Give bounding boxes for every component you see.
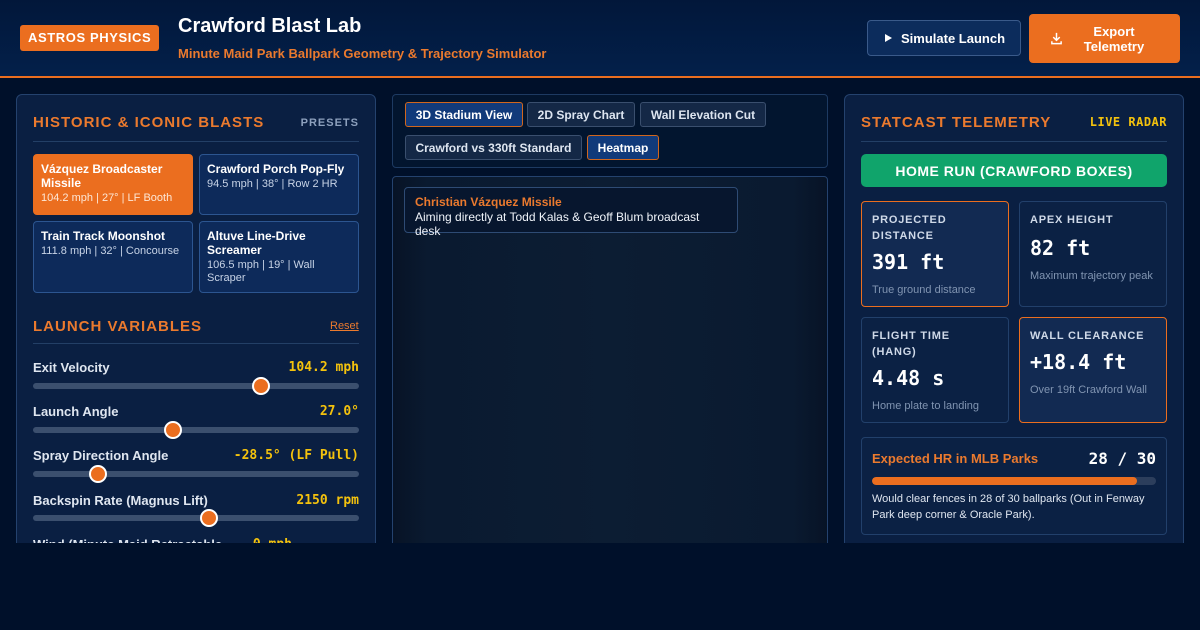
exit-velocity-slider[interactable] bbox=[33, 377, 359, 395]
card-value: 4.48 s bbox=[872, 366, 945, 390]
tooltip-description: Aiming directly at Todd Kalas & Geoff Bl… bbox=[415, 210, 700, 238]
launch-angle-value: 27.0° bbox=[319, 404, 359, 419]
brand-badge: ASTROS PHYSICS bbox=[20, 25, 160, 51]
preset-name: Crawford Porch Pop-Fly bbox=[207, 162, 345, 176]
flight-time-card: FLIGHT TIME (HANG) 4.48 s Home plate to … bbox=[861, 317, 1009, 423]
card-footnote: True ground distance bbox=[872, 284, 976, 296]
exit-velocity-label: Exit Velocity bbox=[33, 360, 110, 375]
tab-heatmap[interactable]: Heatmap bbox=[587, 135, 659, 160]
launch-variables-title: LAUNCH VARIABLES bbox=[33, 318, 203, 335]
backspin-slider[interactable] bbox=[33, 509, 359, 527]
app-title: Crawford Blast Lab bbox=[178, 15, 362, 37]
page-background bbox=[0, 543, 1200, 630]
presets-title: HISTORIC & ICONIC BLASTS bbox=[33, 114, 265, 131]
preset-name: Altuve Line-Drive Screamer bbox=[207, 229, 306, 257]
presets-aside: PRESETS bbox=[300, 117, 359, 129]
export-telemetry-label: Export Telemetry bbox=[1083, 23, 1145, 54]
expected-hr-note: Would clear fences in 28 of 30 ballparks… bbox=[872, 493, 1145, 521]
expected-hr-count: 28 / 30 bbox=[1088, 449, 1156, 468]
preset-crawford-pop-fly[interactable]: Crawford Porch Pop-Fly 94.5 mph | 38° | … bbox=[199, 154, 359, 215]
backspin-value: 2150 rpm bbox=[296, 493, 359, 508]
card-footnote: Maximum trajectory peak bbox=[1030, 270, 1153, 282]
divider bbox=[33, 141, 359, 142]
card-footnote: Over 19ft Crawford Wall bbox=[1030, 384, 1147, 396]
trajectory-tooltip: Christian Vázquez Missile Aiming directl… bbox=[404, 187, 738, 238]
preset-name: Train Track Moonshot bbox=[41, 229, 166, 243]
preset-name: Vázquez Broadcaster Missile bbox=[41, 162, 163, 190]
launch-angle-label: Launch Angle bbox=[33, 404, 119, 419]
left-panel: HISTORIC & ICONIC BLASTS PRESETS Vázquez… bbox=[16, 94, 376, 554]
preset-train-track-moonshot[interactable]: Train Track Moonshot 111.8 mph | 32° | C… bbox=[33, 221, 193, 293]
simulate-launch-button[interactable]: Simulate Launch bbox=[867, 20, 1021, 56]
simulate-launch-label: Simulate Launch bbox=[900, 30, 1006, 46]
preset-meta: 106.5 mph | 19° | Wall Scraper bbox=[207, 259, 315, 284]
stadium-viewport[interactable]: Christian Vázquez Missile Aiming directl… bbox=[392, 176, 828, 556]
card-value: 82 ft bbox=[1030, 236, 1091, 260]
backspin-thumb[interactable] bbox=[200, 509, 219, 527]
app-header: ASTROS PHYSICS Crawford Blast Lab Minute… bbox=[0, 0, 1200, 78]
spray-angle-slider[interactable] bbox=[33, 465, 359, 483]
card-label: WALL CLEARANCE bbox=[1030, 330, 1145, 342]
spray-angle-label: Spray Direction Angle bbox=[33, 448, 169, 463]
divider bbox=[861, 141, 1167, 142]
preset-meta: 111.8 mph | 32° | Concourse bbox=[41, 245, 180, 257]
launch-angle-slider[interactable] bbox=[33, 421, 359, 439]
wall-clearance-card: WALL CLEARANCE +18.4 ft Over 19ft Crawfo… bbox=[1019, 317, 1167, 423]
view-tabs: 3D Stadium View 2D Spray Chart Wall Elev… bbox=[392, 94, 828, 168]
card-value: 391 ft bbox=[872, 250, 945, 274]
preset-meta: 94.5 mph | 38° | Row 2 HR bbox=[207, 178, 338, 190]
expected-hr-box: Expected HR in MLB Parks 28 / 30 Would c… bbox=[861, 437, 1167, 535]
tab-wall-elevation-cut[interactable]: Wall Elevation Cut bbox=[640, 102, 766, 127]
spray-angle-value: -28.5° (LF Pull) bbox=[233, 448, 359, 463]
apex-height-card: APEX HEIGHT 82 ft Maximum trajectory pea… bbox=[1019, 201, 1167, 307]
right-panel: STATCAST TELEMETRY LIVE RADAR HOME RUN (… bbox=[844, 94, 1184, 554]
outcome-banner: HOME RUN (CRAWFORD BOXES) bbox=[861, 154, 1167, 187]
projected-distance-card: PROJECTED DISTANCE 391 ft True ground di… bbox=[861, 201, 1009, 307]
app-subtitle: Minute Maid Park Ballpark Geometry & Tra… bbox=[178, 46, 547, 61]
card-value: +18.4 ft bbox=[1030, 350, 1127, 374]
expected-hr-progress-fill bbox=[872, 477, 1138, 485]
preset-meta: 104.2 mph | 27° | LF Booth bbox=[41, 192, 173, 204]
export-telemetry-button[interactable]: Export Telemetry bbox=[1029, 14, 1180, 63]
card-label: APEX HEIGHT bbox=[1030, 214, 1114, 226]
card-footnote: Home plate to landing bbox=[872, 400, 980, 412]
tab-crawford-vs-standard[interactable]: Crawford vs 330ft Standard bbox=[405, 135, 582, 160]
expected-hr-progress bbox=[872, 477, 1156, 485]
backspin-label: Backspin Rate (Magnus Lift) bbox=[33, 493, 208, 508]
tab-2d-spray-chart[interactable]: 2D Spray Chart bbox=[527, 102, 635, 127]
reset-link[interactable]: Reset bbox=[330, 320, 359, 332]
tab-3d-stadium-view[interactable]: 3D Stadium View bbox=[405, 102, 523, 127]
preset-altuve-screamer[interactable]: Altuve Line-Drive Screamer 106.5 mph | 1… bbox=[199, 221, 359, 293]
play-icon bbox=[884, 34, 892, 42]
preset-vazquez-missile[interactable]: Vázquez Broadcaster Missile 104.2 mph | … bbox=[33, 154, 193, 215]
exit-velocity-value: 104.2 mph bbox=[288, 360, 359, 375]
telemetry-title: STATCAST TELEMETRY bbox=[861, 114, 1052, 131]
download-icon bbox=[1051, 32, 1062, 45]
live-radar-badge: LIVE RADAR bbox=[1089, 115, 1167, 129]
tooltip-title: Christian Vázquez Missile bbox=[415, 195, 562, 209]
card-label: PROJECTED DISTANCE bbox=[872, 214, 947, 242]
divider bbox=[33, 343, 359, 344]
card-label: FLIGHT TIME (HANG) bbox=[872, 330, 950, 358]
expected-hr-label: Expected HR in MLB Parks bbox=[872, 451, 1039, 466]
